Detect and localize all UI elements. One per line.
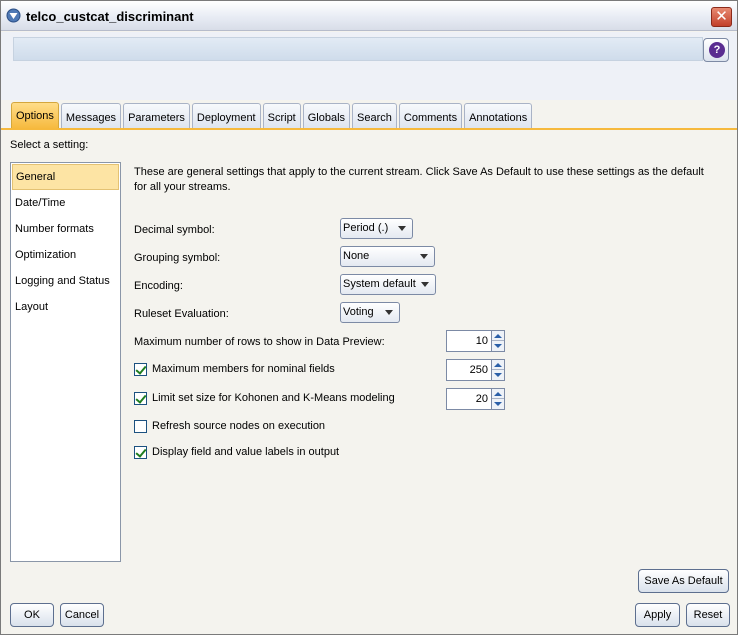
limit-set-stepper (492, 388, 505, 410)
settings-prompt: Select a setting: (10, 139, 89, 151)
max-rows-label: Maximum number of rows to show in Data P… (134, 336, 385, 348)
max-members-spinner: 250 (446, 359, 505, 381)
decimal-symbol-label: Decimal symbol: (134, 224, 215, 236)
grouping-symbol-label: Grouping symbol: (134, 252, 221, 264)
max-rows-spinner: 10 (446, 330, 505, 352)
settings-item-date-time[interactable]: Date/Time (11, 190, 120, 216)
tab-comments[interactable]: Comments (398, 103, 463, 129)
apply-button[interactable]: Apply (635, 603, 680, 627)
decimal-symbol-select[interactable]: Period (.) (340, 218, 413, 239)
tab-options[interactable]: Options (11, 102, 59, 129)
chevron-down-icon (398, 226, 406, 231)
tab-deployment[interactable]: Deployment (191, 103, 261, 129)
reset-button[interactable]: Reset (686, 603, 730, 627)
help-icon: ? (709, 42, 725, 58)
display-labels-checkbox[interactable] (134, 446, 147, 459)
ok-button[interactable]: OK (10, 603, 54, 627)
encoding-label: Encoding: (134, 280, 183, 292)
tab-parameters[interactable]: Parameters (123, 103, 190, 129)
settings-item-logging-status[interactable]: Logging and Status (11, 268, 120, 294)
tab-globals[interactable]: Globals (302, 103, 351, 129)
refresh-source-label: Refresh source nodes on execution (152, 420, 326, 432)
settings-description: These are general settings that apply to… (134, 166, 704, 193)
general-settings-panel: These are general settings that apply to… (124, 162, 730, 562)
encoding-value: System default (343, 278, 416, 290)
tab-annotations[interactable]: Annotations (464, 103, 533, 129)
tab-bar: Options Messages Parameters Deployment S… (11, 102, 534, 129)
decrement-icon[interactable] (492, 399, 504, 409)
decrement-icon[interactable] (492, 341, 504, 351)
ruleset-evaluation-label: Ruleset Evaluation: (134, 308, 229, 320)
chevron-down-icon (421, 282, 429, 287)
limit-set-checkbox[interactable] (134, 392, 147, 405)
cancel-button[interactable]: Cancel (60, 603, 104, 627)
tab-messages[interactable]: Messages (60, 103, 122, 129)
limit-set-input[interactable]: 20 (446, 388, 492, 410)
chevron-down-icon (420, 254, 428, 259)
chevron-down-icon (385, 310, 393, 315)
settings-item-general[interactable]: General (12, 164, 119, 190)
increment-icon[interactable] (492, 360, 504, 370)
decimal-symbol-value: Period (.) (343, 222, 389, 234)
tab-underline (1, 128, 737, 130)
close-icon: ✕ (715, 8, 728, 25)
close-button[interactable]: ✕ (711, 7, 732, 27)
settings-item-optimization[interactable]: Optimization (11, 242, 120, 268)
refresh-source-checkbox[interactable] (134, 420, 147, 433)
settings-item-layout[interactable]: Layout (11, 294, 120, 320)
display-labels-label: Display field and value labels in output (152, 446, 340, 458)
limit-set-spinner: 20 (446, 388, 505, 410)
tab-search[interactable]: Search (352, 103, 397, 129)
settings-item-number-formats[interactable]: Number formats (11, 216, 120, 242)
encoding-select[interactable]: System default (340, 274, 436, 295)
max-members-stepper (492, 359, 505, 381)
max-members-label: Maximum members for nominal fields (152, 363, 335, 375)
tab-script[interactable]: Script (262, 103, 301, 129)
max-members-input[interactable]: 250 (446, 359, 492, 381)
header-area: ? (1, 32, 737, 100)
increment-icon[interactable] (492, 331, 504, 341)
header-bar (13, 37, 703, 61)
stream-icon (6, 8, 21, 23)
grouping-symbol-value: None (343, 250, 370, 262)
settings-list: General Date/Time Number formats Optimiz… (10, 162, 121, 562)
window-title: telco_custcat_discriminant (26, 9, 194, 24)
max-members-checkbox[interactable] (134, 363, 147, 376)
grouping-symbol-select[interactable]: None (340, 246, 435, 267)
max-rows-stepper (492, 330, 505, 352)
help-button[interactable]: ? (703, 38, 729, 62)
increment-icon[interactable] (492, 389, 504, 399)
limit-set-label: Limit set size for Kohonen and K-Means m… (152, 392, 395, 404)
save-as-default-button[interactable]: Save As Default (638, 569, 729, 593)
title-bar: telco_custcat_discriminant ✕ (1, 1, 737, 31)
dialog-window: telco_custcat_discriminant ✕ ? Options M… (0, 0, 738, 635)
ruleset-evaluation-select[interactable]: Voting (340, 302, 400, 323)
max-rows-input[interactable]: 10 (446, 330, 492, 352)
ruleset-evaluation-value: Voting (343, 306, 374, 318)
decrement-icon[interactable] (492, 370, 504, 380)
